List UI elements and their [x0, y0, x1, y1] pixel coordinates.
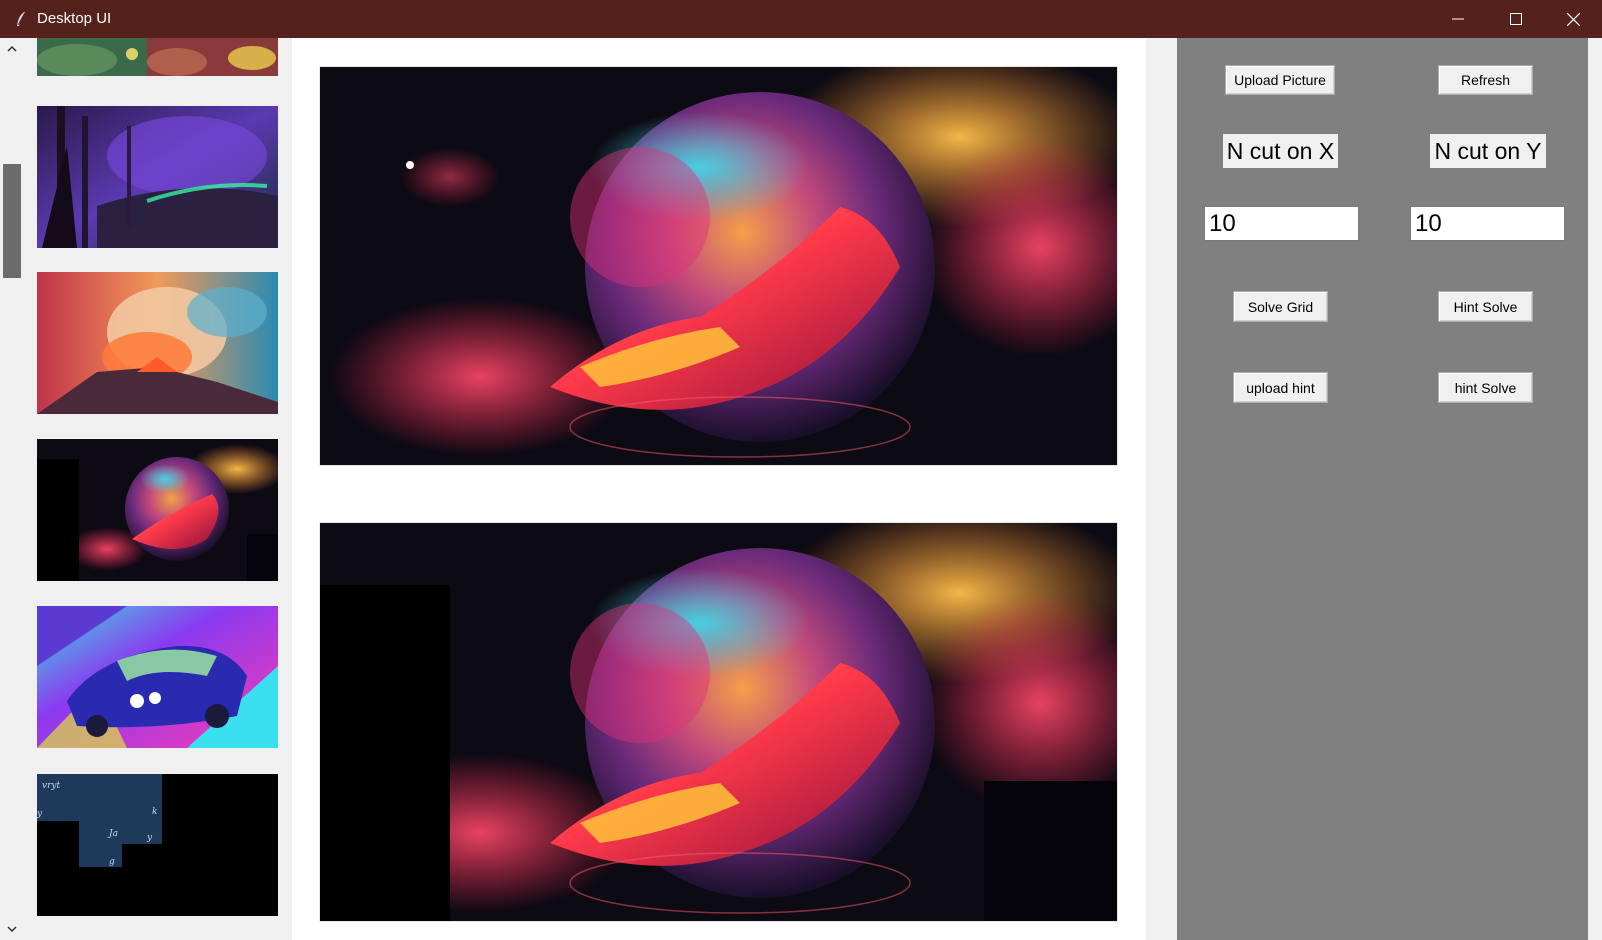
thumbnail-scrollbar[interactable] [0, 38, 24, 940]
hint-solve-button[interactable]: Hint Solve [1438, 291, 1533, 322]
volcano-clouds-thumbnail[interactable] [37, 272, 278, 414]
maximize-button[interactable] [1487, 0, 1545, 38]
divider-strip [1146, 38, 1176, 940]
nebula-planet-puzzle-thumbnail[interactable] [37, 439, 278, 581]
svg-text:y: y [146, 833, 153, 843]
hint-solve-lower-button[interactable]: hint Solve [1438, 372, 1533, 403]
close-icon [1566, 12, 1580, 26]
title-bar: Desktop UI [0, 0, 1602, 38]
feather-icon [17, 10, 27, 26]
scroll-down-button[interactable] [0, 918, 24, 940]
chevron-up-icon [7, 45, 17, 52]
original-nebula-image [319, 66, 1118, 466]
chevron-down-icon [7, 926, 17, 933]
n-cut-x-label: N cut on X [1223, 134, 1338, 168]
n-cut-y-input[interactable] [1410, 206, 1565, 241]
upload-picture-button[interactable]: Upload Picture [1225, 65, 1335, 95]
control-panel [1177, 38, 1588, 940]
panel-edge [1588, 38, 1602, 940]
minimize-button[interactable] [1429, 0, 1487, 38]
minimize-icon [1452, 18, 1464, 20]
maximize-icon [1510, 13, 1522, 25]
svg-text:k: k [152, 807, 157, 817]
scroll-up-button[interactable] [0, 38, 24, 60]
dark-forest-neon-thumbnail[interactable] [37, 106, 278, 248]
thumbnail-list: vryt k Ja y y g [0, 38, 290, 940]
close-button[interactable] [1544, 0, 1602, 38]
puzzle-nebula-image [319, 522, 1118, 922]
retro-car-thumbnail[interactable] [37, 606, 278, 748]
partial-colorful-thumbnail[interactable] [37, 38, 278, 76]
text-pattern-puzzle-thumbnail[interactable]: vryt k Ja y y g [37, 774, 278, 916]
window-title: Desktop UI [37, 10, 112, 27]
scroll-thumb[interactable] [3, 164, 21, 278]
n-cut-x-input[interactable] [1204, 206, 1359, 241]
svg-text:Ja: Ja [107, 829, 118, 839]
upload-hint-button[interactable]: upload hint [1233, 372, 1328, 403]
svg-text:vryt: vryt [42, 781, 60, 791]
solve-grid-button[interactable]: Solve Grid [1233, 291, 1328, 322]
refresh-button[interactable]: Refresh [1438, 65, 1533, 95]
n-cut-y-label: N cut on Y [1430, 134, 1546, 168]
svg-text:g: g [109, 857, 115, 867]
